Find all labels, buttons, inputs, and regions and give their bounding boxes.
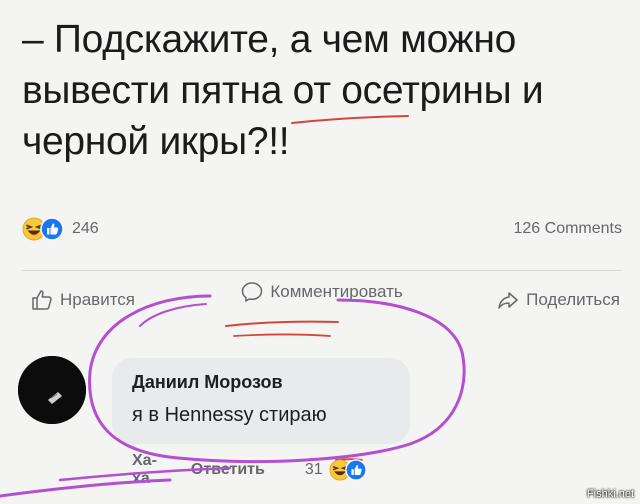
comments-count-link[interactable]: 126 Comments <box>514 220 623 238</box>
post-actions-bar: Нравится Комментировать Поделиться <box>30 278 620 322</box>
like-label: Нравится <box>60 290 136 309</box>
post-line: – Подскажите, а чем можно <box>22 18 516 61</box>
avatar[interactable] <box>18 356 86 424</box>
comment-reaction-icons <box>329 459 367 481</box>
post-line: черной икры?!! <box>22 120 290 163</box>
like-reaction-icon <box>344 459 367 481</box>
post-line: вывести пятна от осетрины и <box>22 69 544 112</box>
reaction-counter[interactable]: 246 <box>22 217 99 241</box>
share-button[interactable]: Поделиться <box>496 288 620 312</box>
watermark: Fishki.net <box>586 488 634 500</box>
like-reaction-icon <box>40 217 64 241</box>
comment-button[interactable]: Комментировать <box>240 280 403 304</box>
post-text: – Подскажите, а чем можно вывести пятна … <box>22 14 622 167</box>
red-underline-stroke <box>233 333 331 337</box>
comment-label: Комментировать <box>270 282 403 301</box>
share-label: Поделиться <box>526 290 620 309</box>
comment-reactions[interactable]: 31 <box>305 459 367 481</box>
comment-bubble: Даниил Морозов я в Hennessy стираю <box>112 358 410 444</box>
divider <box>22 270 622 271</box>
share-arrow-icon <box>498 292 518 309</box>
reaction-count: 246 <box>72 220 99 237</box>
reaction-icons <box>22 217 64 241</box>
thumbs-up-icon <box>32 290 52 310</box>
reply-link[interactable]: Ответить <box>191 461 265 479</box>
red-underline-stroke <box>225 320 339 327</box>
comment-author[interactable]: Даниил Морозов <box>132 372 283 393</box>
comment-actions: Ха-ха Ответить 31 <box>132 452 367 488</box>
like-button[interactable]: Нравится <box>30 288 135 312</box>
comment-reaction-count: 31 <box>304 461 323 478</box>
avatar-image <box>18 356 86 424</box>
haha-react-link[interactable]: Ха-ха <box>132 452 157 488</box>
comment-text: я в Hennessy стираю <box>132 404 327 426</box>
comment-bubble-icon <box>242 282 263 302</box>
reactions-summary: 246 126 Comments <box>22 214 622 244</box>
